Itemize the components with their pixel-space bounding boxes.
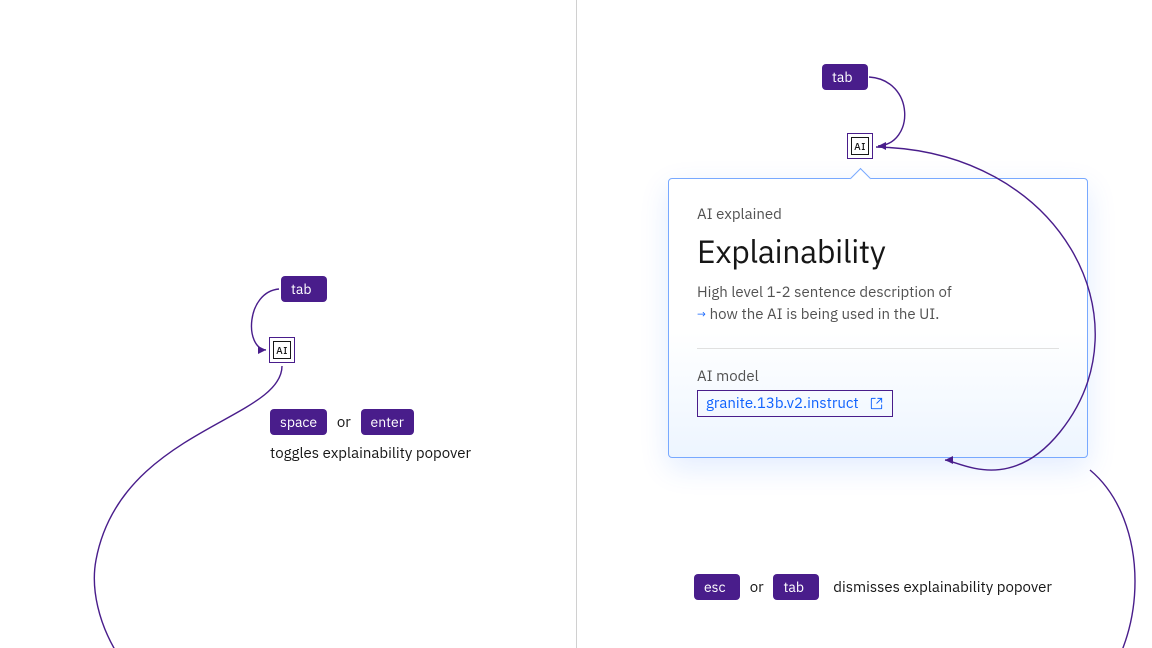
tiny-arrow-icon: → [697,308,706,324]
ai-label-text-left: AI [273,341,291,359]
key-esc: esc [694,574,740,600]
popover-sublabel: AI model [697,367,1059,386]
ai-model-name: granite.13b.v2.instruct [706,394,859,413]
ai-label-right[interactable]: AI [847,133,873,159]
popover-desc-line2: how the AI is being used in the UI. [710,305,940,324]
right-caption: dismisses explainability popover [833,578,1052,597]
or-text-right: or [750,578,764,597]
left-caption: toggles explainability popover [270,444,471,463]
key-tab-right-bottom: tab [773,574,819,600]
ai-model-link[interactable]: granite.13b.v2.instruct [697,390,893,417]
or-text-left: or [337,413,351,432]
popover-title: Explainability [697,230,1059,272]
explainability-popover: AI explained Explainability High level 1… [668,178,1088,458]
popover-kicker: AI explained [697,205,1059,224]
external-link-icon [869,396,884,411]
key-space: space [270,409,327,435]
popover-desc-line1: High level 1-2 sentence description of [697,283,952,302]
key-enter: enter [361,409,414,435]
left-key-row: space or enter [270,409,414,435]
diagram-stage: tab AI space or enter toggles explainabi… [0,0,1152,648]
right-key-row: esc or tab dismisses explainability popo… [694,574,1052,600]
popover-divider [697,348,1059,349]
popover-description: High level 1-2 sentence description of →… [697,282,1059,326]
ai-label-text-right: AI [851,137,869,155]
key-tab-right-top: tab [822,64,868,90]
vertical-divider [576,0,577,648]
ai-label-left[interactable]: AI [269,337,295,363]
key-tab-left: tab [281,276,327,302]
